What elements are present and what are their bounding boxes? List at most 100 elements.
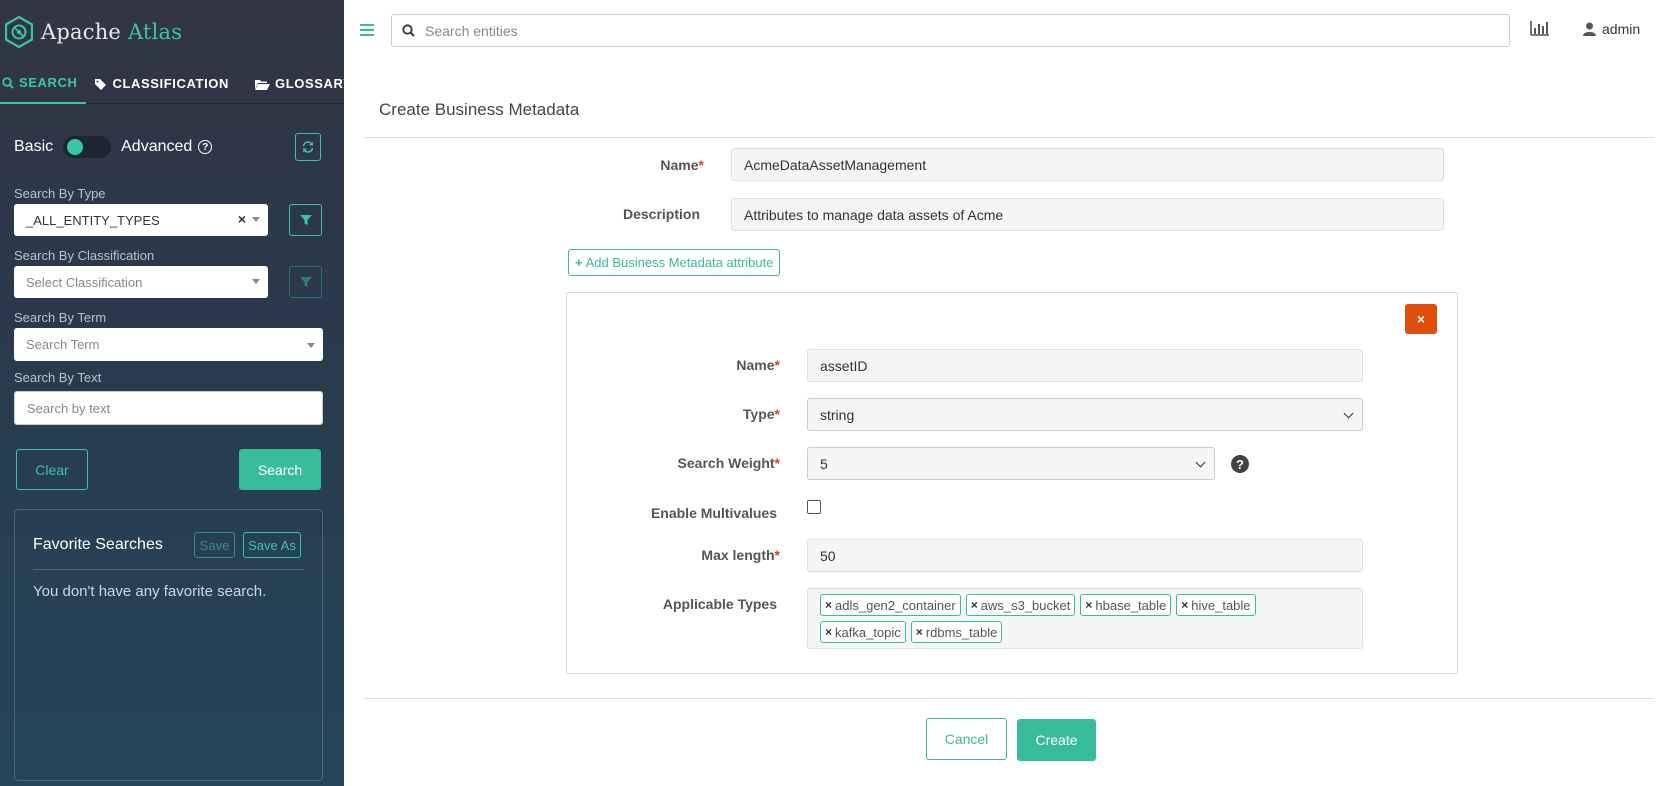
multivalues-label: Enable Multivalues — [650, 505, 777, 521]
search-by-term-label: Search By Term — [14, 310, 107, 325]
type-select[interactable]: _ALL_ENTITY_TYPES × — [14, 204, 268, 236]
hamburger-menu-icon[interactable] — [360, 24, 374, 39]
max-length-label-text: Max length — [701, 547, 775, 563]
applicable-types-input[interactable]: × adls_gen2_container × aws_s3_bucket × hbase… — [807, 588, 1363, 649]
remove-tag-icon[interactable]: × — [825, 598, 832, 612]
tab-classification[interactable]: CLASSIFICATION — [86, 63, 238, 104]
term-select[interactable]: Search Term — [14, 328, 323, 361]
tag-label: adls_gen2_container — [835, 597, 956, 613]
clear-button[interactable]: Clear — [16, 449, 88, 490]
brand-name: Apache Atlas — [41, 20, 182, 44]
required-marker: * — [698, 157, 704, 173]
remove-tag-icon[interactable]: × — [971, 598, 978, 612]
tag-label: rdbms_table — [925, 624, 998, 640]
atlas-logo-icon — [5, 15, 33, 48]
remove-tag-icon[interactable]: × — [1181, 598, 1188, 612]
advanced-label: Advanced — [121, 138, 193, 155]
tab-glossary-label: GLOSSARY — [275, 76, 353, 91]
sidebar: Apache Atlas SEARCH CLASSIFICATION GLOSS… — [0, 0, 352, 786]
name-input[interactable]: AcmeDataAssetManagement — [731, 148, 1444, 181]
search-by-classification-label: Search By Classification — [14, 248, 155, 263]
tab-glossary[interactable]: GLOSSARY — [237, 63, 360, 104]
sidebar-tabs: SEARCH CLASSIFICATION GLOSSARY — [0, 63, 352, 104]
save-favorite-button[interactable]: Save — [194, 532, 235, 558]
description-input[interactable]: Attributes to manage data assets of Acme — [731, 198, 1444, 231]
brand-name-part2: Atlas — [127, 19, 183, 44]
bar-chart-icon[interactable] — [1530, 20, 1550, 41]
search-text-input[interactable]: Search by text — [14, 391, 323, 425]
multivalues-checkbox[interactable] — [807, 500, 821, 514]
type-tag[interactable]: × adls_gen2_container — [820, 594, 961, 616]
page-title: Create Business Metadata — [379, 100, 580, 119]
type-tag[interactable]: × hive_table — [1176, 594, 1256, 616]
filter-icon — [299, 277, 312, 287]
save-as-favorite-button[interactable]: Save As — [243, 532, 301, 558]
description-input-value: Attributes to manage data assets of Acme — [744, 206, 1004, 223]
clear-icon[interactable]: × — [238, 211, 246, 227]
search-button[interactable]: Search — [239, 449, 321, 490]
type-tag[interactable]: × aws_s3_bucket — [965, 594, 1076, 616]
term-select-placeholder: Search Term — [26, 337, 100, 352]
cancel-button[interactable]: Cancel — [926, 718, 1007, 760]
question-circle-icon[interactable]: ? — [198, 140, 213, 154]
global-search-placeholder: Search entities — [425, 22, 518, 39]
tab-classification-label: CLASSIFICATION — [112, 76, 229, 91]
search-weight-label: Search Weight* — [640, 455, 780, 471]
chevron-down-icon — [252, 217, 260, 222]
type-tag[interactable]: × hbase_table — [1080, 594, 1172, 616]
type-tag[interactable]: × kafka_topic — [820, 621, 906, 643]
required-marker: * — [774, 406, 780, 422]
global-search-input[interactable]: Search entities — [391, 14, 1510, 47]
attribute-name-label-text: Name — [736, 357, 775, 373]
create-button[interactable]: Create — [1017, 719, 1096, 761]
remove-tag-icon[interactable]: × — [1085, 598, 1092, 612]
required-marker: * — [774, 455, 780, 471]
divider — [364, 698, 1654, 699]
tag-label: kafka_topic — [835, 624, 901, 640]
user-icon — [1583, 22, 1596, 36]
tag-label: hbase_table — [1095, 597, 1167, 613]
add-attribute-button[interactable]: + Add Business Metadata attribute — [568, 249, 781, 276]
max-length-input[interactable]: 50 — [807, 539, 1363, 572]
attribute-name-input[interactable]: assetID — [807, 349, 1363, 382]
basic-label: Basic — [14, 138, 54, 155]
attribute-name-value: assetID — [820, 357, 868, 374]
classification-filter-button[interactable] — [289, 266, 322, 298]
search-by-text-label: Search By Text — [14, 370, 102, 385]
brand[interactable]: Apache Atlas — [0, 0, 344, 63]
divider — [364, 137, 1654, 138]
switch-knob — [67, 139, 84, 155]
attribute-name-label: Name* — [680, 357, 780, 373]
remove-tag-icon[interactable]: × — [916, 625, 923, 639]
type-tag[interactable]: × rdbms_table — [910, 621, 1003, 643]
user-menu[interactable]: admin — [1583, 21, 1640, 37]
required-marker: * — [774, 357, 780, 373]
classification-select[interactable]: Select Classification — [14, 266, 268, 298]
tab-search[interactable]: SEARCH — [0, 63, 86, 104]
remove-attribute-button[interactable]: × — [1405, 304, 1437, 334]
brand-name-part1: Apache — [41, 19, 122, 44]
max-length-label: Max length* — [660, 547, 780, 563]
refresh-button[interactable] — [295, 133, 321, 161]
remove-tag-icon[interactable]: × — [825, 625, 832, 639]
classification-select-placeholder: Select Classification — [26, 274, 143, 290]
chevron-down-icon — [307, 343, 315, 348]
refresh-icon — [302, 141, 314, 153]
search-weight-select[interactable]: 5 — [807, 447, 1215, 480]
username: admin — [1602, 21, 1641, 37]
attribute-type-select[interactable]: string — [807, 398, 1363, 431]
name-input-value: AcmeDataAssetManagement — [744, 156, 927, 173]
add-attribute-label: Add Business Metadata attribute — [585, 255, 774, 270]
attribute-type-label-text: Type — [742, 406, 775, 422]
basic-advanced-switch[interactable] — [63, 136, 112, 158]
name-label: Name* — [620, 157, 704, 173]
tags-icon — [94, 78, 108, 90]
type-filter-button[interactable] — [289, 204, 322, 236]
filter-icon — [299, 215, 312, 225]
favorites-empty-message: You don't have any favorite search. — [33, 583, 267, 600]
question-circle-icon[interactable]: ? — [1231, 455, 1249, 473]
close-icon: × — [1416, 311, 1426, 327]
divider — [33, 569, 304, 570]
description-label: Description — [622, 206, 700, 222]
tag-label: hive_table — [1191, 597, 1251, 613]
